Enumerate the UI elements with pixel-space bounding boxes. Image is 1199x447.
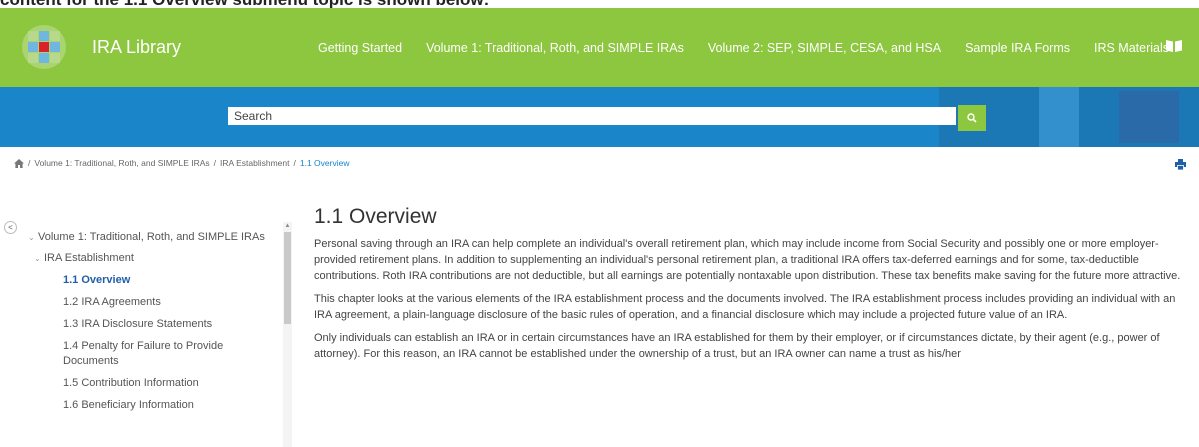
nav-sample-ira-forms[interactable]: Sample IRA Forms: [965, 41, 1070, 55]
search-input[interactable]: [228, 107, 956, 125]
breadcrumb-separator: /: [28, 158, 31, 168]
sidebar-item-volume-1[interactable]: ⌄ Volume 1: Traditional, Roth, and SIMPL…: [28, 230, 280, 245]
search-icon: [967, 113, 977, 123]
main-content: 1.1 Overview Personal saving through an …: [314, 205, 1199, 369]
breadcrumb-separator: /: [213, 158, 217, 168]
sidebar-item-penalty[interactable]: 1.4 Penalty for Failure to Provide Docum…: [28, 339, 280, 369]
sidebar-item-beneficiary-information[interactable]: 1.6 Beneficiary Information: [28, 398, 280, 413]
book-icon[interactable]: [1165, 39, 1183, 53]
nav-getting-started[interactable]: Getting Started: [318, 41, 402, 55]
sidebar-item-ira-agreements[interactable]: 1.2 IRA Agreements: [28, 295, 280, 310]
print-icon[interactable]: [1175, 159, 1186, 170]
sidebar-item-ira-establishment[interactable]: ⌄ IRA Establishment: [28, 251, 280, 266]
content-paragraph: This chapter looks at the various elemen…: [314, 293, 1176, 321]
breadcrumb: / Volume 1: Traditional, Roth, and SIMPL…: [14, 158, 349, 168]
breadcrumb-separator: /: [293, 158, 296, 168]
content-paragraph: Personal saving through an IRA can help …: [314, 238, 1181, 282]
content-paragraph: Only individuals can establish an IRA or…: [314, 332, 1160, 360]
header-decoration: [1119, 91, 1179, 143]
breadcrumb-volume-1[interactable]: Volume 1: Traditional, Roth, and SIMPLE …: [34, 158, 209, 168]
nav-irs-materials[interactable]: IRS Materials: [1094, 41, 1169, 55]
sidebar-item-contribution-information[interactable]: 1.5 Contribution Information: [28, 376, 280, 391]
scroll-thumb[interactable]: [284, 232, 291, 324]
search-button[interactable]: [958, 105, 986, 131]
page-title: 1.1 Overview: [314, 205, 437, 228]
sidebar-scrollbar[interactable]: ▲: [283, 222, 292, 447]
sidebar: ⌄ Volume 1: Traditional, Roth, and SIMPL…: [0, 214, 300, 447]
logo[interactable]: [20, 23, 68, 71]
chevron-down-icon: ⌄: [34, 254, 41, 263]
sidebar-item-label: Volume 1: Traditional, Roth, and SIMPLE …: [38, 231, 265, 243]
chevron-down-icon: ⌄: [28, 233, 35, 242]
brand-title[interactable]: IRA Library: [92, 8, 181, 87]
caption-text: content for the 1.1 Overview submenu top…: [0, 0, 900, 8]
sidebar-item-overview[interactable]: 1.1 Overview: [28, 273, 280, 288]
main-nav: Getting Started Volume 1: Traditional, R…: [318, 8, 1193, 87]
breadcrumb-ira-establishment[interactable]: IRA Establishment: [220, 158, 289, 168]
breadcrumb-current: 1.1 Overview: [299, 158, 350, 168]
sidebar-tree: ⌄ Volume 1: Traditional, Roth, and SIMPL…: [28, 230, 280, 413]
search-bar: [0, 87, 1199, 147]
nav-volume-2[interactable]: Volume 2: SEP, SIMPLE, CESA, and HSA: [708, 41, 941, 55]
home-icon[interactable]: [14, 158, 24, 168]
top-navigation-bar: IRA Library Getting Started Volume 1: Tr…: [0, 8, 1199, 87]
sidebar-item-disclosure-statements[interactable]: 1.3 IRA Disclosure Statements: [28, 317, 280, 332]
header-decoration: [1039, 87, 1079, 147]
sidebar-item-label: IRA Establishment: [44, 252, 134, 264]
scroll-up-arrow[interactable]: ▲: [283, 222, 292, 230]
nav-volume-1[interactable]: Volume 1: Traditional, Roth, and SIMPLE …: [426, 41, 684, 55]
